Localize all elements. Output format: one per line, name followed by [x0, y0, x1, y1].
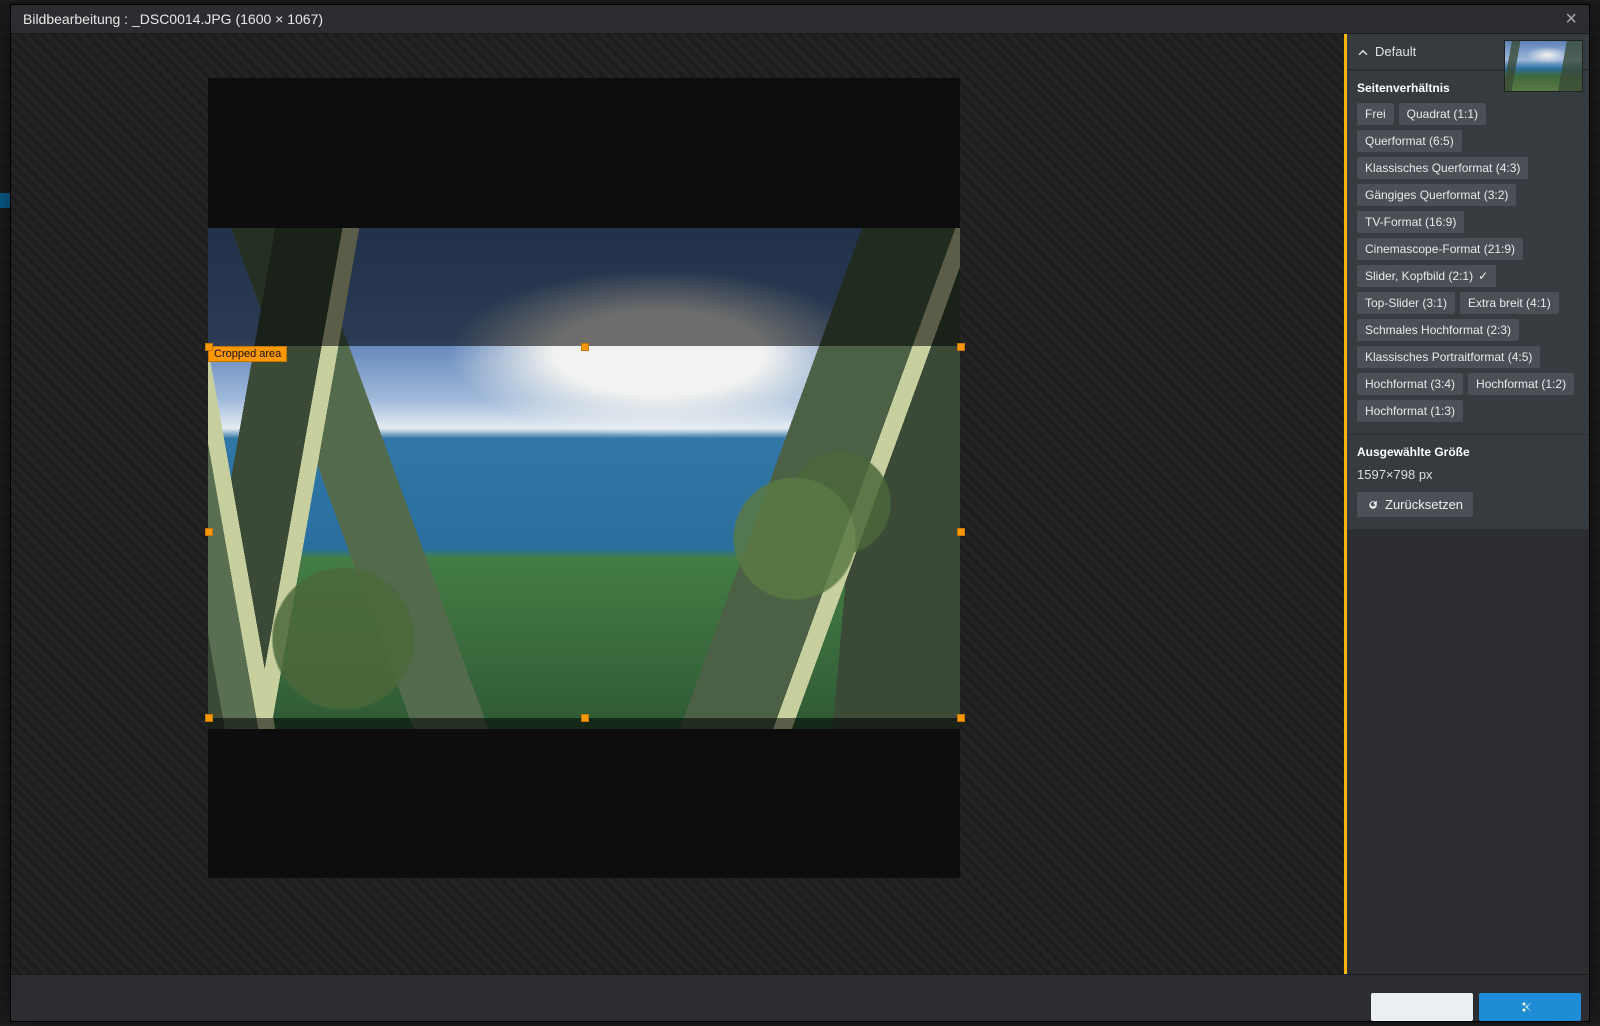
editor-sidebar: Default Seitenverhältnis Frei Quadrat (1… [1347, 34, 1589, 974]
aspect-chip[interactable]: Frei [1357, 103, 1394, 125]
dialog-body: Cropped area Default [11, 34, 1589, 974]
aspect-chip-selected[interactable]: Slider, Kopfbild (2:1)✓ [1357, 265, 1496, 287]
aspect-chip[interactable]: Gängiges Querformat (3:2) [1357, 184, 1516, 206]
dialog-footer [11, 974, 1589, 1021]
crop-handle-tl[interactable] [205, 343, 213, 351]
refresh-icon [1367, 499, 1379, 511]
close-icon[interactable]: × [1565, 11, 1577, 27]
aspect-chip[interactable]: Top-Slider (3:1) [1357, 292, 1455, 314]
aspect-chip[interactable]: Schmales Hochformat (2:3) [1357, 319, 1519, 341]
scissors-icon [1521, 1001, 1533, 1013]
reset-button[interactable]: Zurücksetzen [1357, 492, 1473, 517]
chevron-up-icon [1357, 46, 1369, 58]
selected-size-heading: Ausgewählte Größe [1357, 445, 1579, 459]
dialog-title: Bildbearbeitung : _DSC0014.JPG (1600 × 1… [23, 11, 323, 27]
aspect-ratio-options: Frei Quadrat (1:1) Querformat (6:5) Klas… [1357, 103, 1579, 422]
check-icon: ✓ [1478, 269, 1488, 283]
aspect-chip[interactable]: Hochformat (1:2) [1468, 373, 1574, 395]
aspect-chip[interactable]: Klassisches Portraitformat (4:5) [1357, 346, 1540, 368]
crop-mask-top [208, 228, 960, 346]
crop-handle-bl[interactable] [205, 714, 213, 722]
aspect-chip[interactable]: Klassisches Querformat (4:3) [1357, 157, 1528, 179]
crop-handle-tr[interactable] [957, 343, 965, 351]
crop-handle-tc[interactable] [581, 343, 589, 351]
variant-group-header[interactable]: Default [1347, 34, 1589, 69]
crop-handle-ml[interactable] [205, 528, 213, 536]
crop-handle-bc[interactable] [581, 714, 589, 722]
aspect-chip[interactable]: TV-Format (16:9) [1357, 211, 1464, 233]
ok-button[interactable] [1479, 993, 1581, 1021]
aspect-chip[interactable]: Quadrat (1:1) [1399, 103, 1486, 125]
aspect-chip[interactable]: Extra breit (4:1) [1460, 292, 1559, 314]
crop-area-label: Cropped area [208, 346, 287, 362]
crop-stage[interactable]: Cropped area [11, 34, 1347, 974]
aspect-chip[interactable]: Hochformat (3:4) [1357, 373, 1463, 395]
image-canvas: Cropped area [208, 78, 960, 878]
dialog-titlebar: Bildbearbeitung : _DSC0014.JPG (1600 × 1… [11, 5, 1589, 34]
selected-size-panel: Ausgewählte Größe 1597×798 px Zurücksetz… [1347, 434, 1589, 529]
crop-handle-br[interactable] [957, 714, 965, 722]
crop-handle-mr[interactable] [957, 528, 965, 536]
aspect-chip[interactable]: Cinemascope-Format (21:9) [1357, 238, 1523, 260]
selected-size-value: 1597×798 px [1357, 467, 1579, 482]
variant-group-name: Default [1375, 44, 1416, 59]
image-editor-dialog: Bildbearbeitung : _DSC0014.JPG (1600 × 1… [10, 4, 1590, 1022]
aspect-chip[interactable]: Hochformat (1:3) [1357, 400, 1463, 422]
variant-thumbnail [1504, 40, 1583, 92]
cancel-button[interactable] [1371, 993, 1473, 1021]
aspect-ratio-panel: Seitenverhältnis Frei Quadrat (1:1) Quer… [1347, 71, 1589, 434]
aspect-chip[interactable]: Querformat (6:5) [1357, 130, 1462, 152]
